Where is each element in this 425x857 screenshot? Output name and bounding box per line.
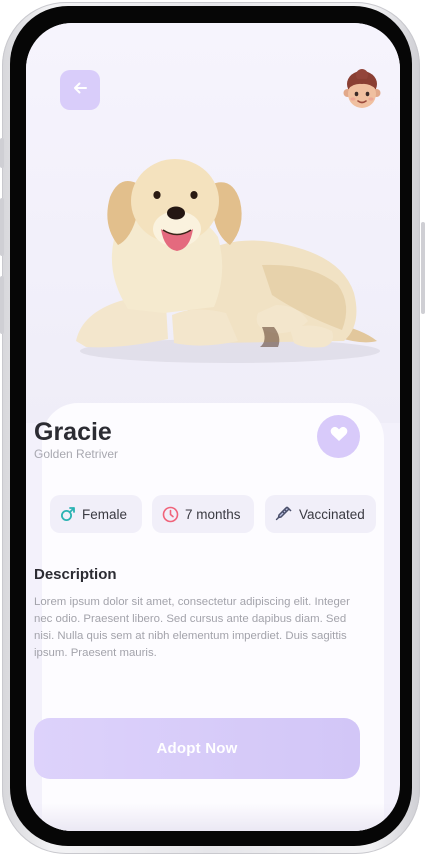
- gender-chip: Female: [50, 495, 142, 533]
- male-symbol-icon: [60, 506, 76, 522]
- gender-label: Female: [82, 506, 128, 522]
- pet-breed: Golden Retriver: [34, 447, 119, 461]
- user-avatar-icon[interactable]: [339, 67, 385, 113]
- dog-photo: [62, 145, 388, 377]
- adopt-now-label: Adopt Now: [156, 740, 238, 757]
- arrow-left-icon: [71, 79, 89, 102]
- syringe-icon: [275, 505, 293, 523]
- volume-up-button: [0, 198, 4, 256]
- adopt-now-button[interactable]: Adopt Now: [34, 718, 360, 779]
- power-button: [421, 222, 425, 314]
- volume-down-button: [0, 276, 4, 334]
- back-button[interactable]: [60, 70, 100, 110]
- description-title: Description: [34, 566, 117, 583]
- favorite-button[interactable]: [317, 415, 360, 458]
- pet-name: Gracie: [34, 418, 112, 446]
- clock-icon: [162, 506, 179, 523]
- age-chip: 7 months: [152, 495, 254, 533]
- mute-switch: [0, 138, 4, 168]
- vaccination-chip: Vaccinated: [265, 495, 376, 533]
- age-label: 7 months: [185, 506, 241, 522]
- heart-icon: [330, 426, 348, 447]
- bottom-shade: [26, 803, 400, 831]
- vaccination-label: Vaccinated: [299, 506, 365, 522]
- description-text: Lorem ipsum dolor sit amet, consectetur …: [34, 596, 350, 659]
